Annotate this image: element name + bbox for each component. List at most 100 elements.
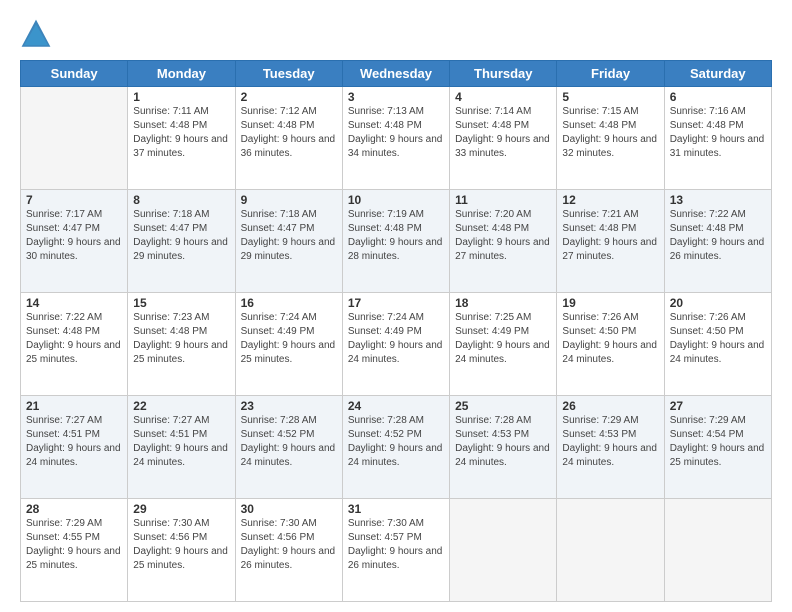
day-info: Sunrise: 7:28 AMSunset: 4:52 PMDaylight:… bbox=[348, 414, 444, 470]
logo bbox=[20, 18, 56, 50]
calendar-cell: 13Sunrise: 7:22 AMSunset: 4:48 PMDayligh… bbox=[664, 190, 771, 293]
day-number: 19 bbox=[562, 296, 658, 310]
day-info: Sunrise: 7:30 AMSunset: 4:56 PMDaylight:… bbox=[241, 517, 337, 573]
day-number: 18 bbox=[455, 296, 551, 310]
day-number: 6 bbox=[670, 90, 766, 104]
page: SundayMondayTuesdayWednesdayThursdayFrid… bbox=[0, 0, 792, 612]
calendar-cell: 18Sunrise: 7:25 AMSunset: 4:49 PMDayligh… bbox=[450, 293, 557, 396]
week-row-1: 1Sunrise: 7:11 AMSunset: 4:48 PMDaylight… bbox=[21, 87, 772, 190]
day-number: 3 bbox=[348, 90, 444, 104]
day-info: Sunrise: 7:24 AMSunset: 4:49 PMDaylight:… bbox=[241, 311, 337, 367]
day-number: 7 bbox=[26, 193, 122, 207]
calendar-cell: 4Sunrise: 7:14 AMSunset: 4:48 PMDaylight… bbox=[450, 87, 557, 190]
day-info: Sunrise: 7:14 AMSunset: 4:48 PMDaylight:… bbox=[455, 105, 551, 161]
calendar-cell: 9Sunrise: 7:18 AMSunset: 4:47 PMDaylight… bbox=[235, 190, 342, 293]
day-info: Sunrise: 7:30 AMSunset: 4:56 PMDaylight:… bbox=[133, 517, 229, 573]
calendar-cell: 23Sunrise: 7:28 AMSunset: 4:52 PMDayligh… bbox=[235, 396, 342, 499]
calendar-cell: 14Sunrise: 7:22 AMSunset: 4:48 PMDayligh… bbox=[21, 293, 128, 396]
week-row-4: 21Sunrise: 7:27 AMSunset: 4:51 PMDayligh… bbox=[21, 396, 772, 499]
day-number: 2 bbox=[241, 90, 337, 104]
day-info: Sunrise: 7:11 AMSunset: 4:48 PMDaylight:… bbox=[133, 105, 229, 161]
weekday-header-tuesday: Tuesday bbox=[235, 61, 342, 87]
calendar-cell: 29Sunrise: 7:30 AMSunset: 4:56 PMDayligh… bbox=[128, 499, 235, 602]
weekday-header-wednesday: Wednesday bbox=[342, 61, 449, 87]
weekday-header-monday: Monday bbox=[128, 61, 235, 87]
calendar-cell: 19Sunrise: 7:26 AMSunset: 4:50 PMDayligh… bbox=[557, 293, 664, 396]
day-number: 5 bbox=[562, 90, 658, 104]
calendar-cell: 6Sunrise: 7:16 AMSunset: 4:48 PMDaylight… bbox=[664, 87, 771, 190]
day-number: 15 bbox=[133, 296, 229, 310]
day-info: Sunrise: 7:18 AMSunset: 4:47 PMDaylight:… bbox=[133, 208, 229, 264]
day-number: 24 bbox=[348, 399, 444, 413]
logo-icon bbox=[20, 18, 52, 50]
day-info: Sunrise: 7:20 AMSunset: 4:48 PMDaylight:… bbox=[455, 208, 551, 264]
day-number: 25 bbox=[455, 399, 551, 413]
day-info: Sunrise: 7:26 AMSunset: 4:50 PMDaylight:… bbox=[562, 311, 658, 367]
day-info: Sunrise: 7:27 AMSunset: 4:51 PMDaylight:… bbox=[133, 414, 229, 470]
weekday-header-thursday: Thursday bbox=[450, 61, 557, 87]
calendar-cell: 28Sunrise: 7:29 AMSunset: 4:55 PMDayligh… bbox=[21, 499, 128, 602]
day-number: 30 bbox=[241, 502, 337, 516]
day-number: 12 bbox=[562, 193, 658, 207]
day-number: 8 bbox=[133, 193, 229, 207]
calendar-cell: 2Sunrise: 7:12 AMSunset: 4:48 PMDaylight… bbox=[235, 87, 342, 190]
calendar-cell bbox=[557, 499, 664, 602]
calendar-cell: 1Sunrise: 7:11 AMSunset: 4:48 PMDaylight… bbox=[128, 87, 235, 190]
day-info: Sunrise: 7:18 AMSunset: 4:47 PMDaylight:… bbox=[241, 208, 337, 264]
day-info: Sunrise: 7:29 AMSunset: 4:55 PMDaylight:… bbox=[26, 517, 122, 573]
calendar-cell: 3Sunrise: 7:13 AMSunset: 4:48 PMDaylight… bbox=[342, 87, 449, 190]
day-number: 29 bbox=[133, 502, 229, 516]
day-info: Sunrise: 7:13 AMSunset: 4:48 PMDaylight:… bbox=[348, 105, 444, 161]
calendar-cell bbox=[664, 499, 771, 602]
calendar-cell: 27Sunrise: 7:29 AMSunset: 4:54 PMDayligh… bbox=[664, 396, 771, 499]
weekday-header-saturday: Saturday bbox=[664, 61, 771, 87]
day-number: 13 bbox=[670, 193, 766, 207]
calendar-cell: 30Sunrise: 7:30 AMSunset: 4:56 PMDayligh… bbox=[235, 499, 342, 602]
day-number: 10 bbox=[348, 193, 444, 207]
day-info: Sunrise: 7:29 AMSunset: 4:53 PMDaylight:… bbox=[562, 414, 658, 470]
calendar-cell: 5Sunrise: 7:15 AMSunset: 4:48 PMDaylight… bbox=[557, 87, 664, 190]
day-info: Sunrise: 7:30 AMSunset: 4:57 PMDaylight:… bbox=[348, 517, 444, 573]
calendar-cell: 7Sunrise: 7:17 AMSunset: 4:47 PMDaylight… bbox=[21, 190, 128, 293]
day-number: 23 bbox=[241, 399, 337, 413]
day-number: 4 bbox=[455, 90, 551, 104]
day-number: 20 bbox=[670, 296, 766, 310]
week-row-3: 14Sunrise: 7:22 AMSunset: 4:48 PMDayligh… bbox=[21, 293, 772, 396]
header bbox=[20, 18, 772, 50]
calendar-cell: 22Sunrise: 7:27 AMSunset: 4:51 PMDayligh… bbox=[128, 396, 235, 499]
week-row-2: 7Sunrise: 7:17 AMSunset: 4:47 PMDaylight… bbox=[21, 190, 772, 293]
calendar-cell: 10Sunrise: 7:19 AMSunset: 4:48 PMDayligh… bbox=[342, 190, 449, 293]
calendar-cell: 16Sunrise: 7:24 AMSunset: 4:49 PMDayligh… bbox=[235, 293, 342, 396]
header-row: SundayMondayTuesdayWednesdayThursdayFrid… bbox=[21, 61, 772, 87]
calendar-cell: 8Sunrise: 7:18 AMSunset: 4:47 PMDaylight… bbox=[128, 190, 235, 293]
day-number: 17 bbox=[348, 296, 444, 310]
calendar-cell: 15Sunrise: 7:23 AMSunset: 4:48 PMDayligh… bbox=[128, 293, 235, 396]
day-info: Sunrise: 7:27 AMSunset: 4:51 PMDaylight:… bbox=[26, 414, 122, 470]
day-number: 21 bbox=[26, 399, 122, 413]
day-info: Sunrise: 7:15 AMSunset: 4:48 PMDaylight:… bbox=[562, 105, 658, 161]
calendar-table: SundayMondayTuesdayWednesdayThursdayFrid… bbox=[20, 60, 772, 602]
calendar-cell: 31Sunrise: 7:30 AMSunset: 4:57 PMDayligh… bbox=[342, 499, 449, 602]
day-number: 11 bbox=[455, 193, 551, 207]
day-number: 31 bbox=[348, 502, 444, 516]
weekday-header-sunday: Sunday bbox=[21, 61, 128, 87]
calendar-cell: 20Sunrise: 7:26 AMSunset: 4:50 PMDayligh… bbox=[664, 293, 771, 396]
calendar-cell bbox=[21, 87, 128, 190]
week-row-5: 28Sunrise: 7:29 AMSunset: 4:55 PMDayligh… bbox=[21, 499, 772, 602]
calendar-cell: 11Sunrise: 7:20 AMSunset: 4:48 PMDayligh… bbox=[450, 190, 557, 293]
day-info: Sunrise: 7:12 AMSunset: 4:48 PMDaylight:… bbox=[241, 105, 337, 161]
calendar-cell: 12Sunrise: 7:21 AMSunset: 4:48 PMDayligh… bbox=[557, 190, 664, 293]
calendar-cell: 24Sunrise: 7:28 AMSunset: 4:52 PMDayligh… bbox=[342, 396, 449, 499]
day-info: Sunrise: 7:26 AMSunset: 4:50 PMDaylight:… bbox=[670, 311, 766, 367]
day-number: 28 bbox=[26, 502, 122, 516]
day-info: Sunrise: 7:21 AMSunset: 4:48 PMDaylight:… bbox=[562, 208, 658, 264]
day-info: Sunrise: 7:16 AMSunset: 4:48 PMDaylight:… bbox=[670, 105, 766, 161]
day-number: 26 bbox=[562, 399, 658, 413]
day-info: Sunrise: 7:19 AMSunset: 4:48 PMDaylight:… bbox=[348, 208, 444, 264]
day-number: 9 bbox=[241, 193, 337, 207]
day-info: Sunrise: 7:29 AMSunset: 4:54 PMDaylight:… bbox=[670, 414, 766, 470]
day-number: 14 bbox=[26, 296, 122, 310]
day-number: 1 bbox=[133, 90, 229, 104]
day-info: Sunrise: 7:24 AMSunset: 4:49 PMDaylight:… bbox=[348, 311, 444, 367]
weekday-header-friday: Friday bbox=[557, 61, 664, 87]
